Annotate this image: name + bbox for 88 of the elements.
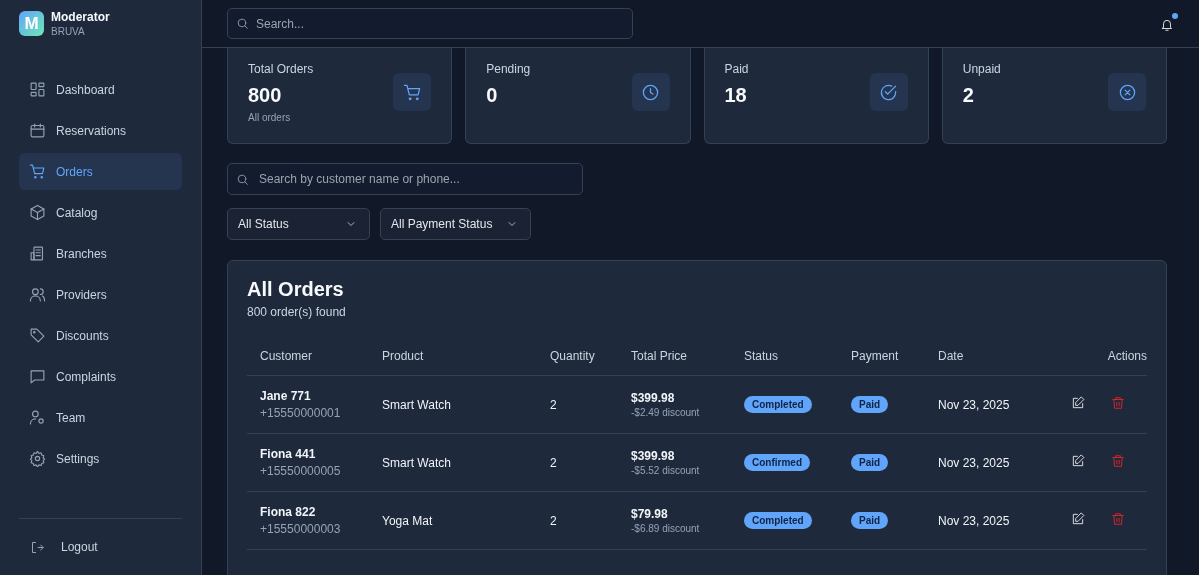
stat-label: Total Orders (248, 62, 314, 76)
payment-badge: Paid (851, 396, 889, 413)
customer-phone: +15550000001 (260, 406, 342, 420)
users-icon (29, 286, 46, 303)
logout-icon (30, 539, 45, 555)
stat-label: Unpaid (962, 62, 1001, 76)
status-badge: Completed (744, 512, 812, 529)
table-subtitle: 800 order(s) found (247, 305, 347, 319)
stat-value: 800 (248, 84, 283, 107)
stat-value: 18 (724, 84, 748, 107)
app-logo: M (19, 11, 44, 36)
cart-icon (402, 82, 422, 102)
stat-label: Paid (724, 62, 749, 76)
app-subtitle: BRUVA (51, 26, 86, 37)
settings-icon (29, 450, 46, 467)
chat-icon (29, 368, 46, 385)
sidebar-item[interactable]: Settings (19, 440, 182, 477)
table-cell-text: Smart Watch (382, 455, 452, 470)
box-icon (29, 204, 46, 221)
sidebar-item[interactable]: Complaints (19, 358, 182, 395)
stat-value: 0 (486, 84, 499, 107)
check-circle-icon (879, 82, 899, 102)
sidebar-item[interactable]: Dashboard (19, 71, 182, 108)
customer-phone: +15550000005 (260, 464, 342, 478)
price: $399.98 (631, 391, 676, 405)
column-header: Product (382, 348, 425, 363)
customer-name: Fiona 441 (260, 447, 317, 461)
clock-icon (641, 82, 660, 102)
stat-value: 2 (962, 84, 975, 107)
column-header: Quantity (550, 348, 596, 363)
user-cog-icon (29, 409, 46, 426)
table-cell-text: Smart Watch (382, 397, 452, 412)
logout-link[interactable]: Logout (19, 519, 182, 575)
price: $79.98 (631, 507, 669, 521)
sidebar-item[interactable]: Discounts (19, 317, 182, 354)
price: $399.98 (631, 449, 676, 463)
table-cell-text: Nov 23, 2025 (938, 513, 1011, 528)
table-cell-text: 2 (550, 455, 558, 470)
stat-label: Pending (486, 62, 531, 76)
table-cell-text: Yoga Mat (382, 513, 434, 528)
trash-icon[interactable] (1111, 454, 1125, 468)
sidebar-item[interactable]: Orders (19, 153, 182, 190)
table-cell-text: 2 (550, 397, 558, 412)
discount-note: -$6.89 discount (631, 523, 701, 534)
edit-icon[interactable] (1071, 512, 1085, 526)
calendar-icon (29, 122, 46, 139)
column-header: Total Price (631, 348, 689, 363)
sidebar-item[interactable]: Providers (19, 276, 182, 313)
trash-icon[interactable] (1111, 396, 1125, 410)
table-cell-text: 2 (550, 513, 558, 528)
payment-badge: Paid (851, 512, 889, 529)
status-badge: Confirmed (744, 454, 810, 471)
search-field[interactable]: Search... (227, 8, 633, 39)
discount-note: -$5.52 discount (631, 465, 701, 476)
cart-icon (29, 163, 46, 180)
building-icon (29, 245, 46, 262)
app-title: Moderator (51, 10, 110, 24)
column-header: Actions (1106, 348, 1147, 363)
search-field[interactable]: Search by customer name or phone... (227, 163, 583, 195)
sidebar-item[interactable]: Catalog (19, 194, 182, 231)
search-icon (236, 17, 249, 30)
search-icon (236, 173, 249, 186)
payment-badge: Paid (851, 454, 889, 471)
column-header: Payment (851, 348, 900, 363)
table-cell-text: Nov 23, 2025 (938, 397, 1011, 412)
customer-name: Fiona 822 (260, 505, 317, 519)
sidebar-item[interactable]: Team (19, 399, 182, 436)
customer-name: Jane 771 (260, 389, 312, 403)
customer-phone: +15550000003 (260, 522, 342, 536)
column-header: Status (744, 348, 780, 363)
sidebar-item[interactable]: Branches (19, 235, 182, 272)
payment-status-dropdown[interactable]: All Payment Status (380, 208, 532, 240)
cancel-icon (1117, 82, 1137, 102)
grid-icon (29, 81, 46, 98)
bell-icon[interactable] (1160, 18, 1174, 32)
column-header: Customer (260, 348, 313, 363)
column-header: Date (938, 348, 965, 363)
tag-icon (29, 327, 46, 344)
status-badge: Completed (744, 396, 812, 413)
discount-note: -$2.49 discount (631, 407, 701, 418)
table-title: All Orders (247, 278, 345, 301)
trash-icon[interactable] (1111, 512, 1125, 526)
edit-icon[interactable] (1071, 396, 1085, 410)
sidebar-item[interactable]: Reservations (19, 112, 182, 149)
stat-note: All orders (248, 112, 292, 123)
edit-icon[interactable] (1071, 454, 1085, 468)
status-dropdown[interactable]: All Status (227, 208, 370, 240)
table-cell-text: Nov 23, 2025 (938, 455, 1011, 470)
